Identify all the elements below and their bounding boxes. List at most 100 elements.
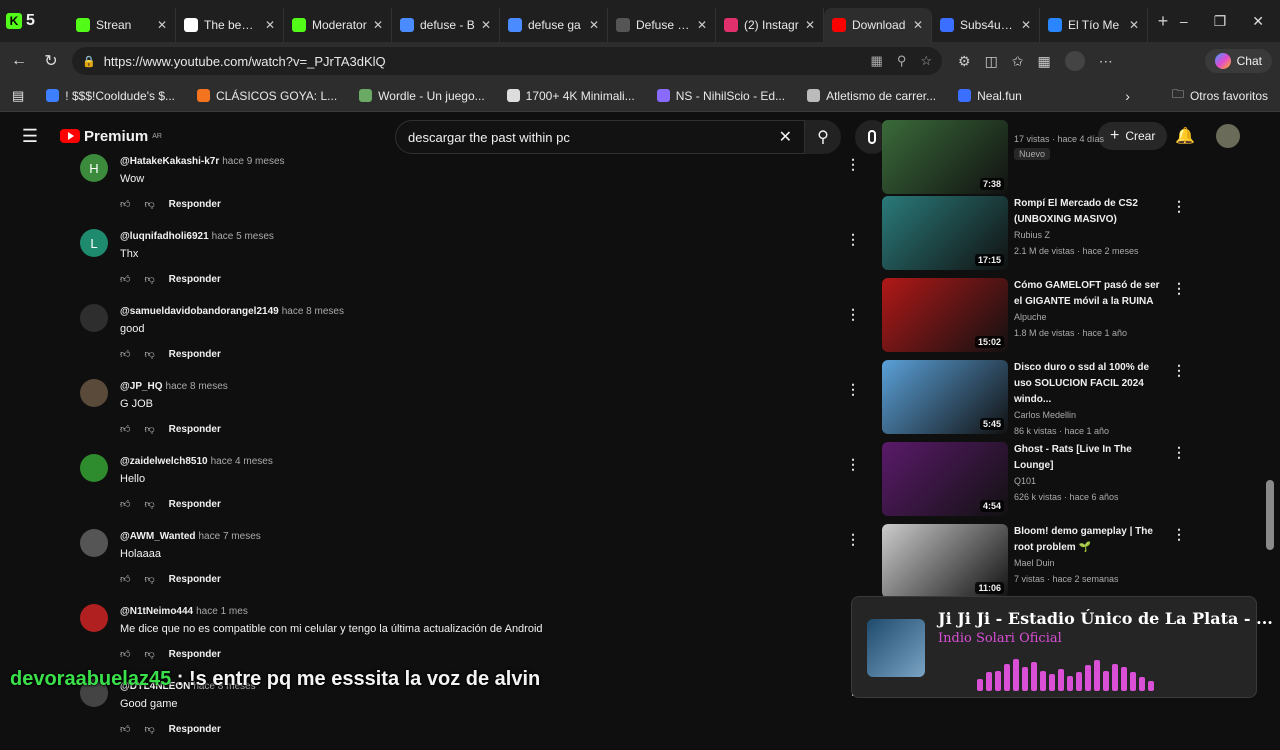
search-button[interactable]: ⚲: [805, 120, 841, 154]
related-video-item[interactable]: 11:06 Bloom! demo gameplay | The root pro…: [882, 524, 1186, 602]
reply-button[interactable]: Responder: [169, 424, 221, 435]
dislike-icon[interactable]: 👎︎: [144, 723, 154, 735]
comment-author[interactable]: @AWM_Wanted: [120, 531, 196, 542]
video-channel[interactable]: Q101: [1014, 476, 1166, 486]
favorites-icon[interactable]: ✩: [1012, 53, 1024, 70]
url-field[interactable]: 🔒 https://www.youtube.com/watch?v=_PJrTA…: [72, 47, 942, 75]
reply-button[interactable]: Responder: [169, 649, 221, 660]
close-tab-icon[interactable]: ✕: [805, 18, 815, 32]
bookmarks-overflow-icon[interactable]: ›: [1125, 88, 1130, 104]
browser-tab[interactable]: Strean ✕: [68, 8, 176, 42]
video-thumbnail[interactable]: 7:38: [882, 120, 1008, 194]
maximize-icon[interactable]: ❐: [1214, 13, 1227, 30]
reply-button[interactable]: Responder: [169, 199, 221, 210]
now-playing-popup[interactable]: Ji Ji Ji - Estadio Único de La Plata - .…: [851, 596, 1273, 698]
video-title[interactable]: Cómo GAMELOFT pasó de ser el GIGANTE móv…: [1014, 278, 1166, 310]
commenter-avatar[interactable]: [80, 379, 108, 407]
related-video-item[interactable]: 7:38 17 vistas · hace 4 días Nuevo: [882, 120, 1182, 198]
split-screen-icon[interactable]: ◫: [985, 53, 998, 70]
comment-author[interactable]: @N1tNeimo444: [120, 606, 193, 617]
bookmark-item[interactable]: Neal.fun: [958, 89, 1022, 103]
like-icon[interactable]: 👍︎: [120, 723, 130, 735]
video-thumbnail[interactable]: 15:02: [882, 278, 1008, 352]
video-thumbnail[interactable]: 4:54: [882, 442, 1008, 516]
video-menu-icon[interactable]: ⋮: [1172, 362, 1186, 379]
commenter-avatar[interactable]: [80, 304, 108, 332]
comment-menu-icon[interactable]: ⋮: [846, 456, 860, 473]
close-tab-icon[interactable]: ✕: [589, 18, 599, 32]
bookmark-item[interactable]: Atletismo de carrer...: [807, 89, 936, 103]
reply-button[interactable]: Responder: [169, 574, 221, 585]
comment-author[interactable]: @zaidelwelch8510: [120, 456, 208, 467]
reload-icon[interactable]: ↻: [40, 51, 62, 71]
like-icon[interactable]: 👍︎: [120, 348, 130, 360]
browser-tab[interactable]: defuse ga ✕: [500, 8, 608, 42]
sidebar-toggle-icon[interactable]: ▤: [12, 88, 24, 104]
video-channel[interactable]: Carlos Medellin: [1014, 410, 1166, 420]
comment-time[interactable]: hace 5 meses: [212, 231, 274, 242]
video-menu-icon[interactable]: ⋮: [1172, 280, 1186, 297]
youtube-logo[interactable]: Premium AR: [60, 128, 162, 145]
commenter-avatar[interactable]: [80, 529, 108, 557]
commenter-avatar[interactable]: [80, 454, 108, 482]
dislike-icon[interactable]: 👎︎: [144, 423, 154, 435]
related-video-item[interactable]: 5:45 Disco duro o ssd al 100% de uso SOLU…: [882, 360, 1186, 438]
commenter-avatar[interactable]: H: [80, 154, 108, 182]
scrollbar-thumb[interactable]: [1266, 480, 1274, 550]
comment-time[interactable]: hace 1 mes: [196, 606, 248, 617]
reply-button[interactable]: Responder: [169, 274, 221, 285]
apps-icon[interactable]: ▦: [871, 53, 883, 69]
bookmark-item[interactable]: CLÁSICOS GOYA: L...: [197, 89, 337, 103]
video-channel[interactable]: Rubius Z: [1014, 230, 1166, 240]
video-title[interactable]: Disco duro o ssd al 100% de uso SOLUCION…: [1014, 360, 1166, 408]
comment-author[interactable]: @samueldavidobandorangel2149: [120, 306, 279, 317]
reply-button[interactable]: Responder: [169, 499, 221, 510]
close-tab-icon[interactable]: ✕: [913, 18, 923, 32]
related-video-item[interactable]: 17:15 Rompí El Mercado de CS2 (UNBOXING M…: [882, 196, 1186, 274]
video-thumbnail[interactable]: 5:45: [882, 360, 1008, 434]
like-icon[interactable]: 👍︎: [120, 198, 130, 210]
menu-icon[interactable]: ☰: [0, 126, 60, 147]
related-video-item[interactable]: 4:54 Ghost - Rats [Live In The Lounge] Q10…: [882, 442, 1186, 520]
browser-tab[interactable]: Subs4unlo ✕: [932, 8, 1040, 42]
browser-tab[interactable]: Moderator ✕: [284, 8, 392, 42]
bookmark-item[interactable]: NS - NihilScio - Ed...: [656, 89, 785, 103]
like-icon[interactable]: 👍︎: [120, 573, 130, 585]
like-icon[interactable]: 👍︎: [120, 498, 130, 510]
clear-search-icon[interactable]: ✕: [779, 127, 792, 147]
zoom-icon[interactable]: ⚲: [897, 53, 907, 69]
copilot-chat-button[interactable]: Chat: [1204, 49, 1272, 73]
video-title[interactable]: Rompí El Mercado de CS2 (UNBOXING MASIVO…: [1014, 196, 1166, 228]
close-tab-icon[interactable]: ✕: [697, 18, 707, 32]
browser-tab[interactable]: (2) Instagr ✕: [716, 8, 824, 42]
comment-menu-icon[interactable]: ⋮: [846, 231, 860, 248]
commenter-avatar[interactable]: L: [80, 229, 108, 257]
close-window-icon[interactable]: ✕: [1252, 13, 1264, 30]
video-title[interactable]: Bloom! demo gameplay | The root problem …: [1014, 524, 1166, 556]
close-tab-icon[interactable]: ✕: [265, 18, 275, 32]
bookmark-item[interactable]: Wordle - Un juego...: [359, 89, 485, 103]
browser-tab[interactable]: El Tío Me ✕: [1040, 8, 1148, 42]
bookmark-item[interactable]: ! $$$!Cooldude's $...: [46, 89, 175, 103]
browser-tab[interactable]: Defuse Bo ✕: [608, 8, 716, 42]
dislike-icon[interactable]: 👎︎: [144, 498, 154, 510]
back-icon[interactable]: ←: [8, 52, 30, 70]
browser-tab[interactable]: defuse - B ✕: [392, 8, 500, 42]
video-channel[interactable]: Alpuche: [1014, 312, 1166, 322]
reply-button[interactable]: Responder: [169, 349, 221, 360]
dislike-icon[interactable]: 👎︎: [144, 198, 154, 210]
comment-time[interactable]: hace 8 meses: [282, 306, 344, 317]
comment-time[interactable]: hace 7 meses: [199, 531, 261, 542]
close-tab-icon[interactable]: ✕: [481, 18, 491, 32]
comment-time[interactable]: hace 8 meses: [166, 381, 228, 392]
search-input[interactable]: descargar the past within pc ✕: [395, 120, 805, 154]
video-menu-icon[interactable]: ⋮: [1172, 444, 1186, 461]
commenter-avatar[interactable]: [80, 604, 108, 632]
close-tab-icon[interactable]: ✕: [373, 18, 383, 32]
video-menu-icon[interactable]: ⋮: [1172, 198, 1186, 215]
close-tab-icon[interactable]: ✕: [157, 18, 167, 32]
related-video-item[interactable]: 15:02 Cómo GAMELOFT pasó de ser el GIGANT…: [882, 278, 1186, 356]
page-scrollbar[interactable]: [1266, 120, 1274, 718]
close-tab-icon[interactable]: ✕: [1021, 18, 1031, 32]
browser-tab[interactable]: Download ✕: [824, 8, 932, 42]
